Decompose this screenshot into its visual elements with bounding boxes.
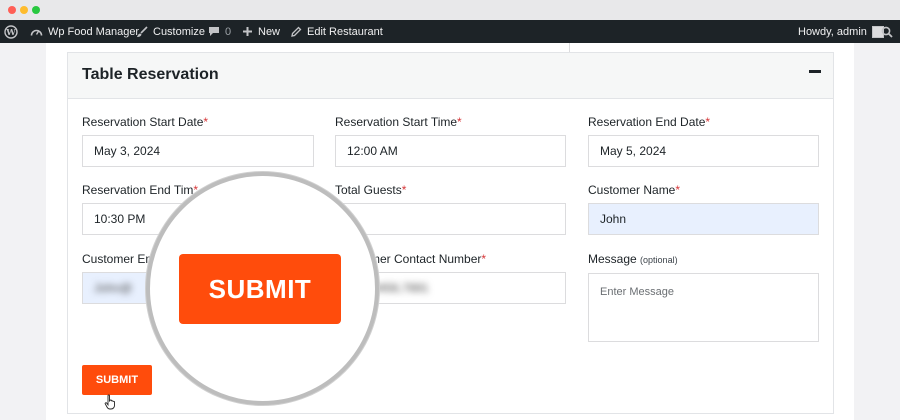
comments-link[interactable]: 0 bbox=[208, 20, 231, 43]
wp-admin-bar: W Wp Food Manager Customize 0 New Edit R… bbox=[0, 20, 900, 43]
total-guests-input[interactable]: 0 bbox=[335, 203, 566, 235]
panel-header: Table Reservation bbox=[68, 53, 833, 99]
customer-name-label: Customer Name* bbox=[588, 183, 681, 197]
customer-name-input[interactable]: John bbox=[588, 203, 819, 235]
submit-button-zoomed[interactable]: SUBMIT bbox=[179, 254, 341, 324]
collapse-minus-icon[interactable] bbox=[809, 70, 821, 73]
site-name-link[interactable]: Wp Food Manager bbox=[30, 20, 139, 43]
browser-chrome bbox=[0, 0, 900, 20]
message-placeholder: Enter Message bbox=[600, 286, 674, 298]
plus-icon bbox=[243, 27, 252, 36]
contact-number-label: mer Contact Number* bbox=[370, 252, 487, 266]
end-time-label: Reservation End Tim* bbox=[82, 183, 199, 197]
end-date-label: Reservation End Date* bbox=[588, 115, 711, 129]
total-guests-label: Total Guests* bbox=[335, 183, 407, 197]
start-time-label: Reservation Start Time* bbox=[335, 115, 462, 129]
new-content-link[interactable]: New bbox=[242, 20, 280, 43]
minimize-window-icon[interactable] bbox=[20, 6, 28, 14]
customer-email-label: Customer Em bbox=[82, 252, 156, 266]
edit-restaurant-label: Edit Restaurant bbox=[307, 25, 383, 38]
customize-link[interactable]: Customize bbox=[136, 20, 205, 43]
message-label: Message (optional) bbox=[588, 252, 678, 266]
comment-bubble-icon bbox=[209, 27, 219, 36]
search-icon[interactable] bbox=[881, 20, 893, 43]
pencil-icon bbox=[291, 26, 302, 37]
site-name: Wp Food Manager bbox=[48, 25, 140, 38]
maximize-window-icon[interactable] bbox=[32, 6, 40, 14]
submit-button[interactable]: SUBMIT bbox=[82, 365, 152, 395]
panel-title: Table Reservation bbox=[82, 66, 219, 83]
start-date-input[interactable]: May 3, 2024 bbox=[82, 135, 314, 167]
start-time-input[interactable]: 12:00 AM bbox=[335, 135, 566, 167]
column-divider bbox=[569, 43, 570, 52]
new-label: New bbox=[258, 25, 281, 38]
comments-count: 0 bbox=[225, 25, 232, 38]
brush-icon bbox=[137, 25, 148, 37]
hand-pointer-cursor-icon bbox=[104, 394, 115, 410]
close-window-icon[interactable] bbox=[8, 6, 16, 14]
customize-label: Customize bbox=[153, 25, 205, 38]
zoom-magnifier: SUBMIT bbox=[146, 172, 379, 405]
message-textarea[interactable]: Enter Message bbox=[588, 273, 819, 342]
dashboard-gauge-icon bbox=[30, 29, 43, 36]
account-menu[interactable]: Howdy, admin bbox=[798, 20, 884, 43]
wordpress-logo-icon[interactable]: W bbox=[4, 20, 18, 43]
start-date-label: Reservation Start Date* bbox=[82, 115, 209, 129]
end-date-input[interactable]: May 5, 2024 bbox=[588, 135, 819, 167]
edit-restaurant-link[interactable]: Edit Restaurant bbox=[290, 20, 383, 43]
howdy-label: Howdy, admin bbox=[798, 25, 867, 38]
svg-text:W: W bbox=[5, 28, 16, 38]
